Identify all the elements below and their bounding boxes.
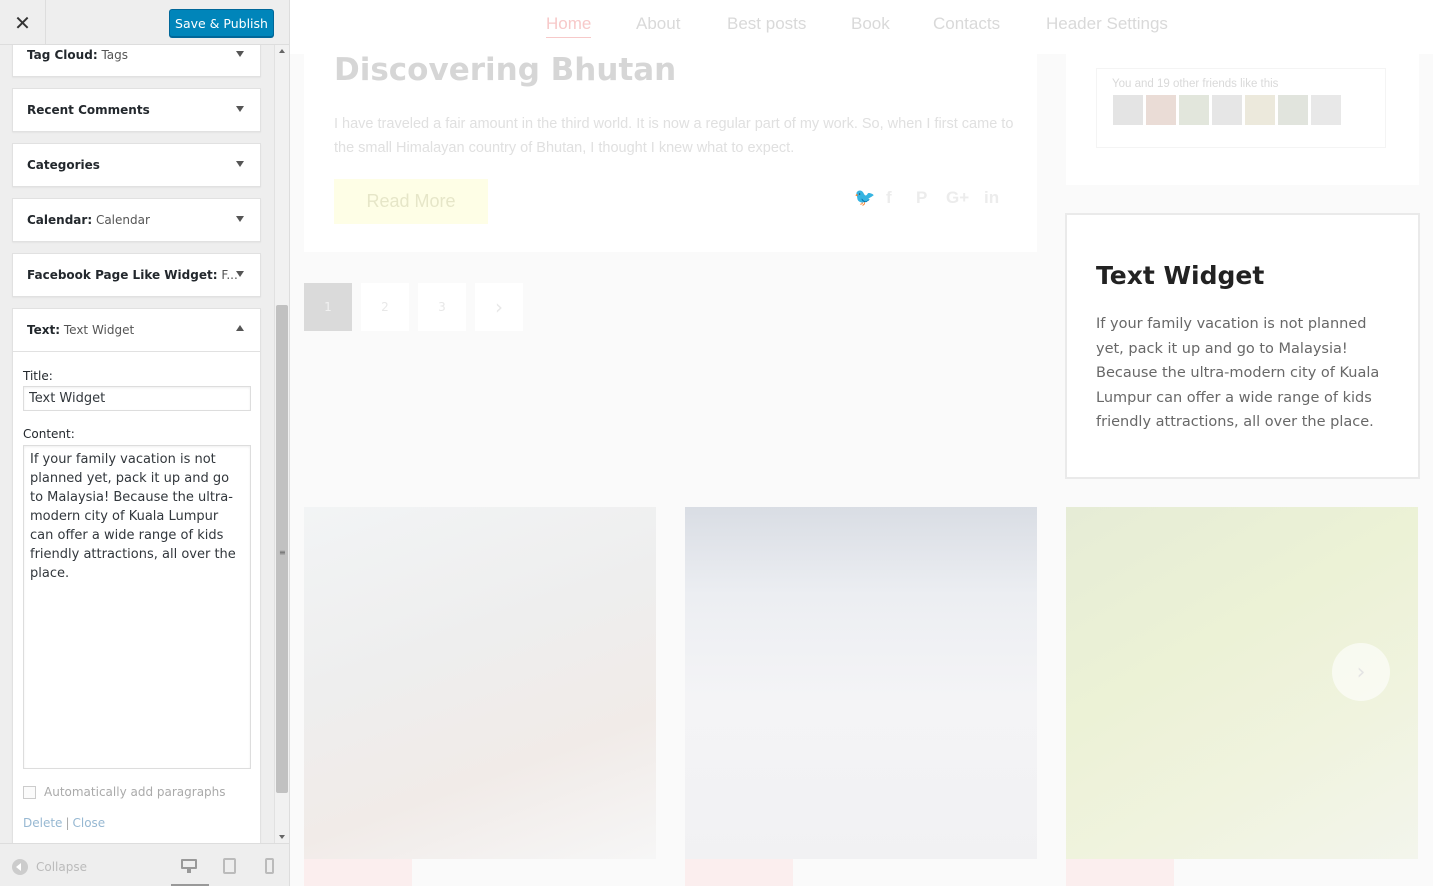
tablet-preview-icon[interactable] <box>222 858 238 874</box>
close-icon: ✕ <box>14 10 31 35</box>
page-2-button[interactable]: 2 <box>361 283 409 331</box>
facebook-icon[interactable]: f <box>886 188 892 208</box>
expand-arrow-icon[interactable] <box>236 216 244 222</box>
friend-avatar[interactable] <box>1113 95 1143 125</box>
close-widget-link[interactable]: Close <box>72 816 105 830</box>
site-preview: Discovering Bhutan I have traveled a fai… <box>290 0 1433 886</box>
widget-name: Recent Comments <box>27 103 150 117</box>
friend-avatar[interactable] <box>1311 95 1341 125</box>
facebook-like-widget: You and 19 other friends like this <box>1066 54 1419 185</box>
widget-text: Text: Text Widget Title: Content: If you… <box>12 308 261 843</box>
post-excerpt: I have traveled a fair amount in the thi… <box>334 116 1014 156</box>
sidebar-header: ✕ Save & Publish <box>0 0 289 45</box>
close-customizer-button[interactable]: ✕ <box>0 0 46 45</box>
twitter-icon[interactable]: 🐦 <box>854 188 875 208</box>
sidebar-scrollbar[interactable]: ≡ <box>274 45 289 843</box>
save-publish-button[interactable]: Save & Publish <box>169 9 274 37</box>
collapse-label: Collapse <box>36 860 87 874</box>
linkedin-icon[interactable]: in <box>984 188 999 208</box>
photo-caption-tag <box>1066 859 1174 886</box>
widget-calendar[interactable]: Calendar: Calendar <box>12 198 261 242</box>
expand-arrow-icon[interactable] <box>236 51 244 57</box>
auto-paragraphs-label: Automatically add paragraphs <box>44 785 226 799</box>
next-page-button[interactable]: › <box>475 283 523 331</box>
friend-avatar[interactable] <box>1245 95 1275 125</box>
widget-name: Facebook Page Like Widget <box>27 268 213 282</box>
google-plus-icon[interactable]: G+ <box>946 188 969 208</box>
photo-caption-tag <box>685 859 793 886</box>
widget-name: Categories <box>27 158 100 172</box>
auto-paragraphs-checkbox[interactable] <box>23 785 36 799</box>
nav-item-header-settings[interactable]: Header Settings <box>1046 14 1168 34</box>
widget-name: Text <box>27 323 56 337</box>
post-card: Discovering Bhutan I have traveled a fai… <box>304 40 1037 252</box>
desktop-preview-icon[interactable] <box>181 858 197 874</box>
page-1-button[interactable]: 1 <box>304 283 352 331</box>
text-widget-title: Text Widget <box>1096 261 1265 290</box>
widget-facebook-page-like[interactable]: Facebook Page Like Widget: F... <box>12 253 261 297</box>
widget-actions: Delete | Close <box>23 816 106 830</box>
scroll-up-arrow-icon[interactable] <box>279 49 285 53</box>
friend-avatar[interactable] <box>1179 95 1209 125</box>
read-more-button[interactable]: Read More <box>334 179 488 224</box>
expand-arrow-icon[interactable] <box>236 106 244 112</box>
widget-subtitle: Calendar <box>95 213 150 227</box>
slider-next-arrow-icon[interactable]: › <box>1332 643 1390 701</box>
pinterest-icon[interactable]: P <box>916 188 927 208</box>
delete-widget-link[interactable]: Delete <box>23 816 62 830</box>
collapse-arrow-icon[interactable] <box>236 325 244 331</box>
site-navigation: Home About Best posts Book Contacts Head… <box>290 0 1433 54</box>
auto-paragraphs-option[interactable]: Automatically add paragraphs <box>23 785 226 799</box>
collapse-icon <box>12 859 28 875</box>
nav-item-best-posts[interactable]: Best posts <box>727 14 806 34</box>
title-field[interactable] <box>23 386 251 411</box>
content-textarea[interactable]: If your family vacation is not planned y… <box>23 445 251 769</box>
widget-subtitle: Text Widget <box>63 323 135 337</box>
text-widget-preview: Text Widget If your family vacation is n… <box>1065 213 1420 479</box>
page-3-button[interactable]: 3 <box>418 283 466 331</box>
facebook-friends-box: You and 19 other friends like this <box>1096 68 1386 148</box>
nav-item-home[interactable]: Home <box>546 14 592 38</box>
content-label: Content: <box>23 427 75 441</box>
widget-list: Tag Cloud: Tags Recent Comments Categori… <box>0 45 274 843</box>
nav-item-contacts[interactable]: Contacts <box>933 14 1000 34</box>
widget-text-form: Title: Content: If your family vacation … <box>13 351 260 843</box>
post-title[interactable]: Discovering Bhutan <box>334 52 676 88</box>
facebook-friends-text: You and 19 other friends like this <box>1112 78 1279 90</box>
widget-categories[interactable]: Categories <box>12 143 261 187</box>
mobile-preview-icon[interactable] <box>263 858 279 874</box>
gallery-photo-mountain[interactable] <box>685 507 1037 859</box>
gallery-photo-camera[interactable] <box>304 507 656 859</box>
customizer-sidebar: ✕ Save & Publish Tag Cloud: Tags Recent … <box>0 0 290 886</box>
widget-name: Calendar <box>27 213 88 227</box>
widget-recent-comments[interactable]: Recent Comments <box>12 88 261 132</box>
friend-avatar[interactable] <box>1212 95 1242 125</box>
expand-arrow-icon[interactable] <box>236 271 244 277</box>
text-widget-body: If your family vacation is not planned y… <box>1096 316 1380 430</box>
photo-caption-tag <box>304 859 412 886</box>
friend-avatar[interactable] <box>1146 95 1176 125</box>
sidebar-footer: Collapse <box>0 843 289 886</box>
widget-tag-cloud[interactable]: Tag Cloud: Tags <box>12 45 261 77</box>
collapse-button[interactable]: Collapse <box>12 859 87 875</box>
scroll-down-arrow-icon[interactable] <box>279 835 285 839</box>
widget-text-header[interactable]: Text: Text Widget <box>27 309 134 351</box>
expand-arrow-icon[interactable] <box>236 161 244 167</box>
grip-icon: ≡ <box>279 548 286 557</box>
friend-avatar[interactable] <box>1278 95 1308 125</box>
widget-subtitle: Tags <box>101 48 129 62</box>
customizer-window: ✕ Save & Publish Tag Cloud: Tags Recent … <box>0 0 1433 886</box>
nav-item-about[interactable]: About <box>636 14 680 34</box>
scrollbar-thumb[interactable]: ≡ <box>276 305 288 793</box>
nav-item-book[interactable]: Book <box>851 14 890 34</box>
widget-name: Tag Cloud <box>27 48 93 62</box>
title-label: Title: <box>23 369 53 383</box>
